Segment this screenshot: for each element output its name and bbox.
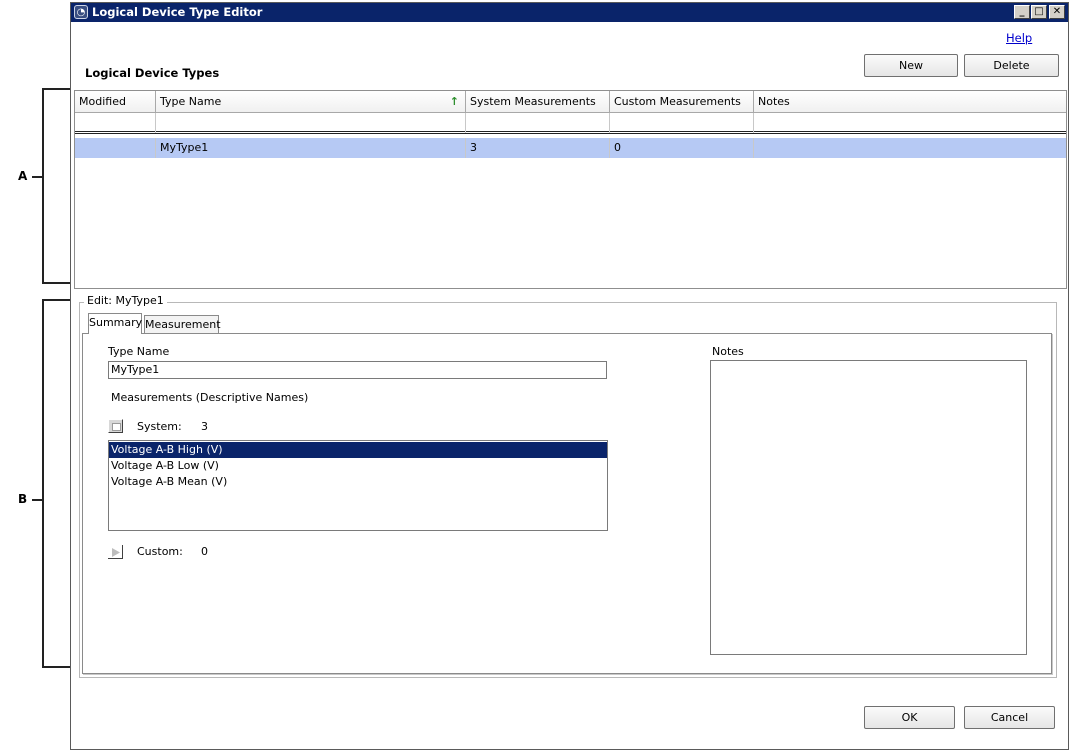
cell-custom-measurements: 0 <box>610 138 754 158</box>
edit-group-label: Edit: MyType1 <box>84 294 167 307</box>
collapse-icon <box>112 423 121 431</box>
title-bar[interactable]: ◔ Logical Device Type Editor _ □ ✕ <box>71 3 1068 22</box>
type-name-label: Type Name <box>108 345 170 358</box>
system-collapse-button[interactable] <box>108 419 123 433</box>
callout-b-tick <box>32 499 42 501</box>
section-title: Logical Device Types <box>85 66 220 80</box>
bracket-b <box>42 299 44 668</box>
system-measurements-list[interactable]: Voltage A-B High (V) Voltage A-B Low (V)… <box>108 440 608 531</box>
new-row-cell <box>466 113 610 133</box>
bracket-a-top <box>42 88 72 90</box>
table-row[interactable]: MyType1 3 0 <box>75 138 1066 158</box>
new-row-cell <box>610 113 754 133</box>
tab-measurement[interactable]: Measurement <box>144 315 221 334</box>
sort-ascending-icon: ↑ <box>449 95 459 108</box>
type-name-input[interactable]: MyType1 <box>108 361 607 379</box>
bracket-a-bottom <box>42 282 72 284</box>
cell-system-measurements: 3 <box>466 138 610 158</box>
column-header-custom-measurements[interactable]: Custom Measurements <box>610 91 754 113</box>
custom-label: Custom: <box>137 545 183 558</box>
column-header-modified[interactable]: Modified <box>75 91 156 113</box>
column-header-system-measurements[interactable]: System Measurements <box>466 91 610 113</box>
editor-window: ◔ Logical Device Type Editor _ □ ✕ Help … <box>70 2 1069 750</box>
tab-summary[interactable]: Summary <box>88 313 142 334</box>
custom-count: 0 <box>201 545 208 558</box>
notes-label: Notes <box>712 345 744 358</box>
cell-notes <box>754 138 1066 158</box>
app-icon: ◔ <box>74 5 88 19</box>
notes-textarea[interactable] <box>710 360 1027 655</box>
system-label: System: <box>137 420 182 433</box>
column-header-type-name-label: Type Name <box>160 95 222 108</box>
column-header-type-name[interactable]: Type Name ↑ <box>156 91 466 113</box>
list-item[interactable]: Voltage A-B Mean (V) <box>109 474 607 490</box>
callout-a-tick <box>32 176 42 178</box>
custom-expand-button[interactable] <box>108 545 123 559</box>
new-button[interactable]: New <box>864 54 958 77</box>
measurements-label: Measurements (Descriptive Names) <box>111 391 309 404</box>
ok-button[interactable]: OK <box>864 706 955 729</box>
cell-modified <box>75 138 156 158</box>
maximize-button[interactable]: □ <box>1031 5 1047 19</box>
minimize-button[interactable]: _ <box>1014 5 1030 19</box>
new-row-cell <box>75 113 156 133</box>
delete-button[interactable]: Delete <box>964 54 1059 77</box>
window-title: Logical Device Type Editor <box>92 5 263 19</box>
bracket-b-bottom <box>42 666 72 668</box>
callout-a: A <box>18 169 28 183</box>
bracket-a <box>42 88 44 284</box>
close-button[interactable]: ✕ <box>1049 5 1065 19</box>
system-count: 3 <box>201 420 208 433</box>
callout-b: B <box>18 492 28 506</box>
cell-type-name: MyType1 <box>156 138 466 158</box>
cancel-button[interactable]: Cancel <box>964 706 1055 729</box>
bracket-b-top <box>42 299 72 301</box>
help-link[interactable]: Help <box>1006 31 1032 45</box>
new-row[interactable] <box>75 113 1066 134</box>
new-row-cell <box>156 113 466 133</box>
column-header-notes[interactable]: Notes <box>754 91 1066 113</box>
list-item[interactable]: Voltage A-B Low (V) <box>109 458 607 474</box>
device-types-grid: Modified Type Name ↑ System Measurements… <box>74 90 1067 289</box>
play-icon <box>112 548 120 557</box>
list-item[interactable]: Voltage A-B High (V) <box>109 442 607 458</box>
